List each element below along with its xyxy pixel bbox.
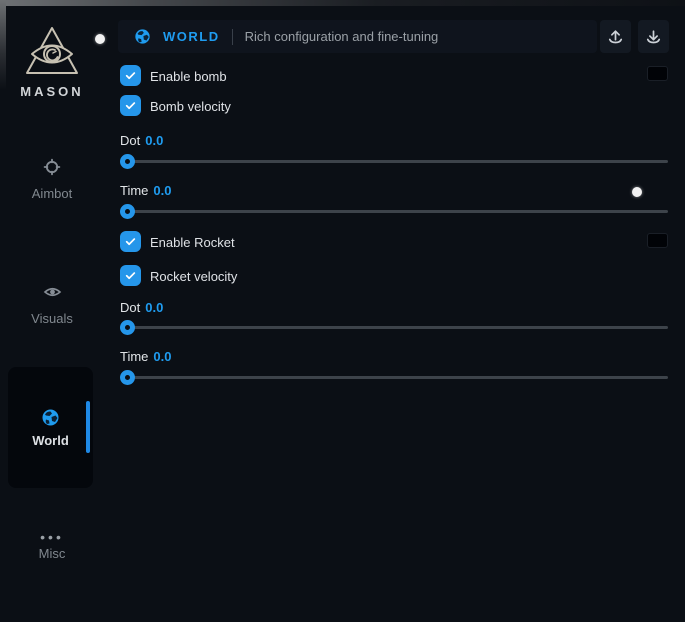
sidebar-item-world-active[interactable]: World [8,367,93,488]
checkbox-enable-rocket[interactable] [120,231,141,252]
header-subtitle: Rich configuration and fine-tuning [245,29,439,44]
checkbox-rocket-velocity[interactable] [120,265,141,286]
slider-thumb[interactable] [120,204,135,219]
slider-track-bomb-time[interactable] [120,210,668,213]
cursor-dot [95,34,105,44]
cursor-dot [632,187,642,197]
brand-name: MASON [0,84,104,99]
slider-thumb[interactable] [120,370,135,385]
checkmark-icon [124,269,137,282]
slider-label: Dot0.0 [120,300,163,315]
download-icon [645,28,662,45]
toggle-label: Rocket velocity [150,269,237,284]
import-config-button[interactable] [638,20,669,53]
export-config-button[interactable] [600,20,631,53]
sidebar: MASON Aimbot Visuals World [0,0,104,622]
sidebar-item-visuals[interactable]: Visuals [0,283,104,326]
eye-icon [43,283,62,301]
slider-thumb[interactable] [120,154,135,169]
ellipsis-icon: ••• [0,533,104,541]
mason-menu-window: MASON Aimbot Visuals World [0,0,685,622]
checkbox-bomb-velocity[interactable] [120,95,141,116]
toggle-label: Bomb velocity [150,99,231,114]
checkmark-icon [124,235,137,248]
slider-value: 0.0 [145,133,163,148]
sidebar-item-aimbot[interactable]: Aimbot [0,158,104,201]
keybind-box[interactable] [647,66,668,81]
checkbox-enable-bomb[interactable] [120,65,141,86]
slider-value: 0.0 [153,349,171,364]
crosshair-icon [43,158,61,176]
slider-value: 0.0 [153,183,171,198]
globe-icon [134,28,151,45]
sidebar-item-label: Aimbot [0,186,104,201]
sidebar-item-label: Misc [0,546,104,561]
slider-label: Time0.0 [120,183,171,198]
checkmark-icon [124,99,137,112]
slider-thumb[interactable] [120,320,135,335]
sidebar-item-label: Visuals [0,311,104,326]
slider-track-bomb-dot[interactable] [120,160,668,163]
toggle-label: Enable Rocket [150,235,235,250]
header-divider [232,29,233,45]
checkmark-icon [124,69,137,82]
slider-label: Dot0.0 [120,133,163,148]
globe-icon [41,408,60,427]
sidebar-item-misc[interactable]: ••• Misc [0,533,104,561]
active-tab-indicator [86,401,90,453]
mason-logo [22,24,82,87]
slider-label: Time0.0 [120,349,171,364]
toggle-label: Enable bomb [150,69,227,84]
sidebar-item-label: World [32,433,69,448]
page-header: WORLD Rich configuration and fine-tuning [118,20,597,53]
slider-track-rocket-dot[interactable] [120,326,668,329]
keybind-box[interactable] [647,233,668,248]
slider-value: 0.0 [145,300,163,315]
upload-icon [607,28,624,45]
header-tab-label: WORLD [163,29,220,44]
slider-track-rocket-time[interactable] [120,376,668,379]
all-seeing-eye-icon [22,24,82,82]
